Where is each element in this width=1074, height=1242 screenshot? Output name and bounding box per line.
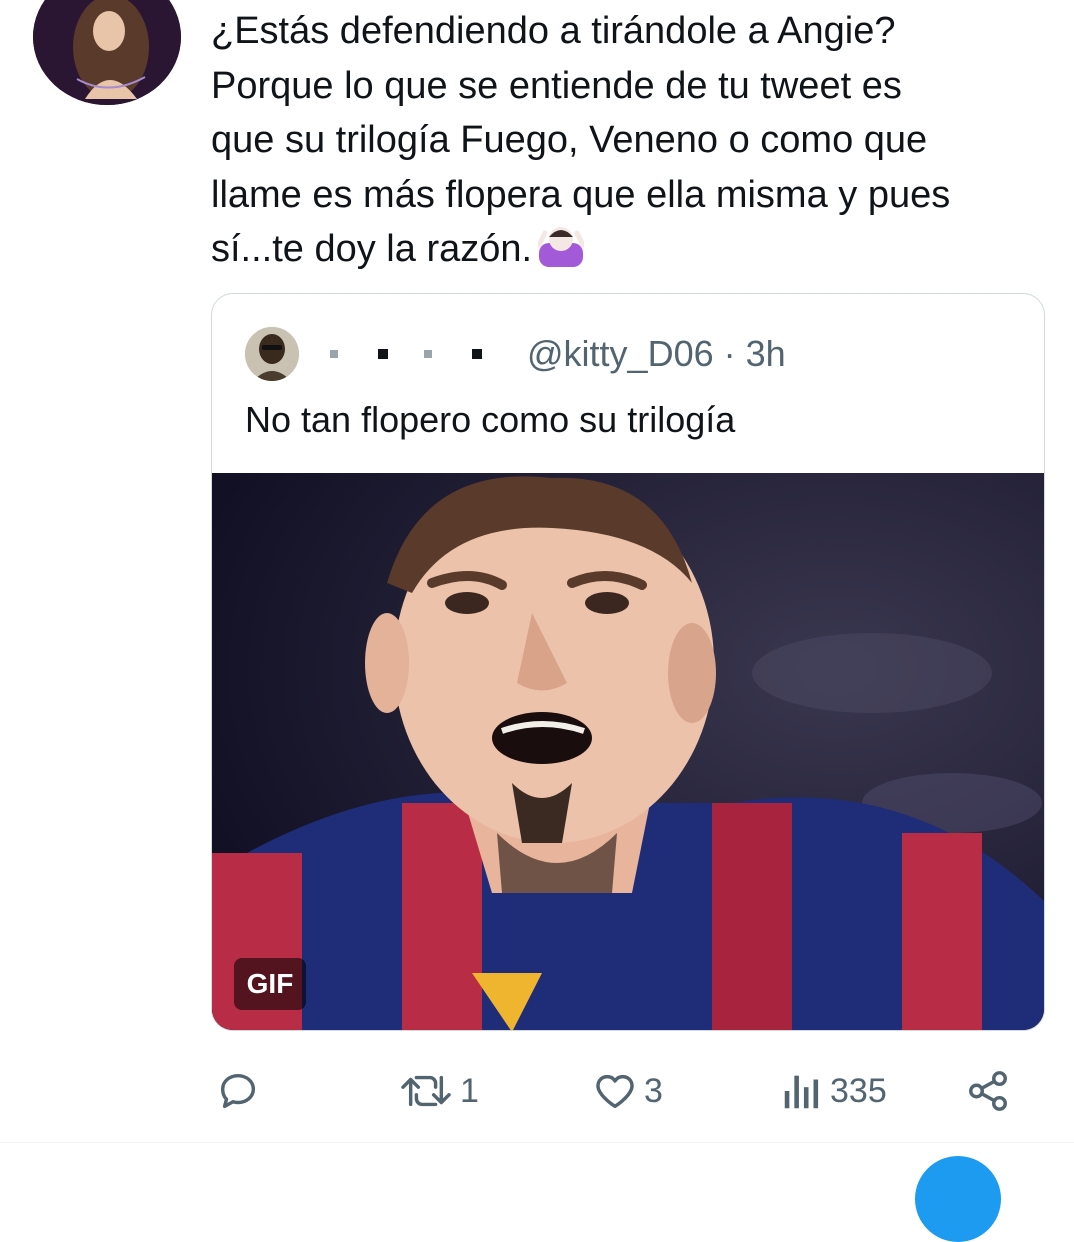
heart-icon bbox=[596, 1074, 634, 1109]
retweet-icon bbox=[401, 1075, 451, 1107]
share-icon bbox=[969, 1071, 1007, 1111]
gif-badge: GIF bbox=[234, 958, 306, 1010]
share-button[interactable] bbox=[965, 1066, 1011, 1116]
retweet-count: 1 bbox=[460, 1071, 479, 1110]
quoted-tweet-text: No tan flopero como su trilogía bbox=[245, 399, 736, 440]
views-chart-icon bbox=[784, 1075, 819, 1109]
quoted-handle-time[interactable]: @kitty_D06 · 3h bbox=[527, 332, 786, 376]
views-button[interactable]: 335 bbox=[780, 1066, 887, 1116]
quoted-author-name-glyphs bbox=[330, 349, 482, 359]
quoted-gif-media[interactable]: GIF bbox=[212, 473, 1044, 1030]
quoted-author-avatar[interactable] bbox=[245, 327, 299, 381]
person-shrugging-emoji bbox=[536, 223, 586, 283]
reply-icon bbox=[220, 1073, 256, 1109]
quoted-tweet-card[interactable]: @kitty_D06 · 3h No tan flopero como su t… bbox=[211, 293, 1045, 1031]
views-count: 335 bbox=[830, 1071, 887, 1110]
retweet-button[interactable]: 1 bbox=[398, 1066, 479, 1116]
gif-preview-image bbox=[212, 473, 1044, 1030]
compose-fab[interactable] bbox=[915, 1156, 1001, 1242]
tweet-text: ¿Estás defendiendo a tirándole a Angie? … bbox=[211, 4, 1041, 283]
like-count: 3 bbox=[644, 1071, 663, 1110]
author-avatar[interactable] bbox=[33, 0, 181, 105]
tweet-divider bbox=[0, 1142, 1074, 1143]
like-button[interactable]: 3 bbox=[592, 1066, 663, 1116]
reply-button[interactable] bbox=[215, 1066, 261, 1116]
